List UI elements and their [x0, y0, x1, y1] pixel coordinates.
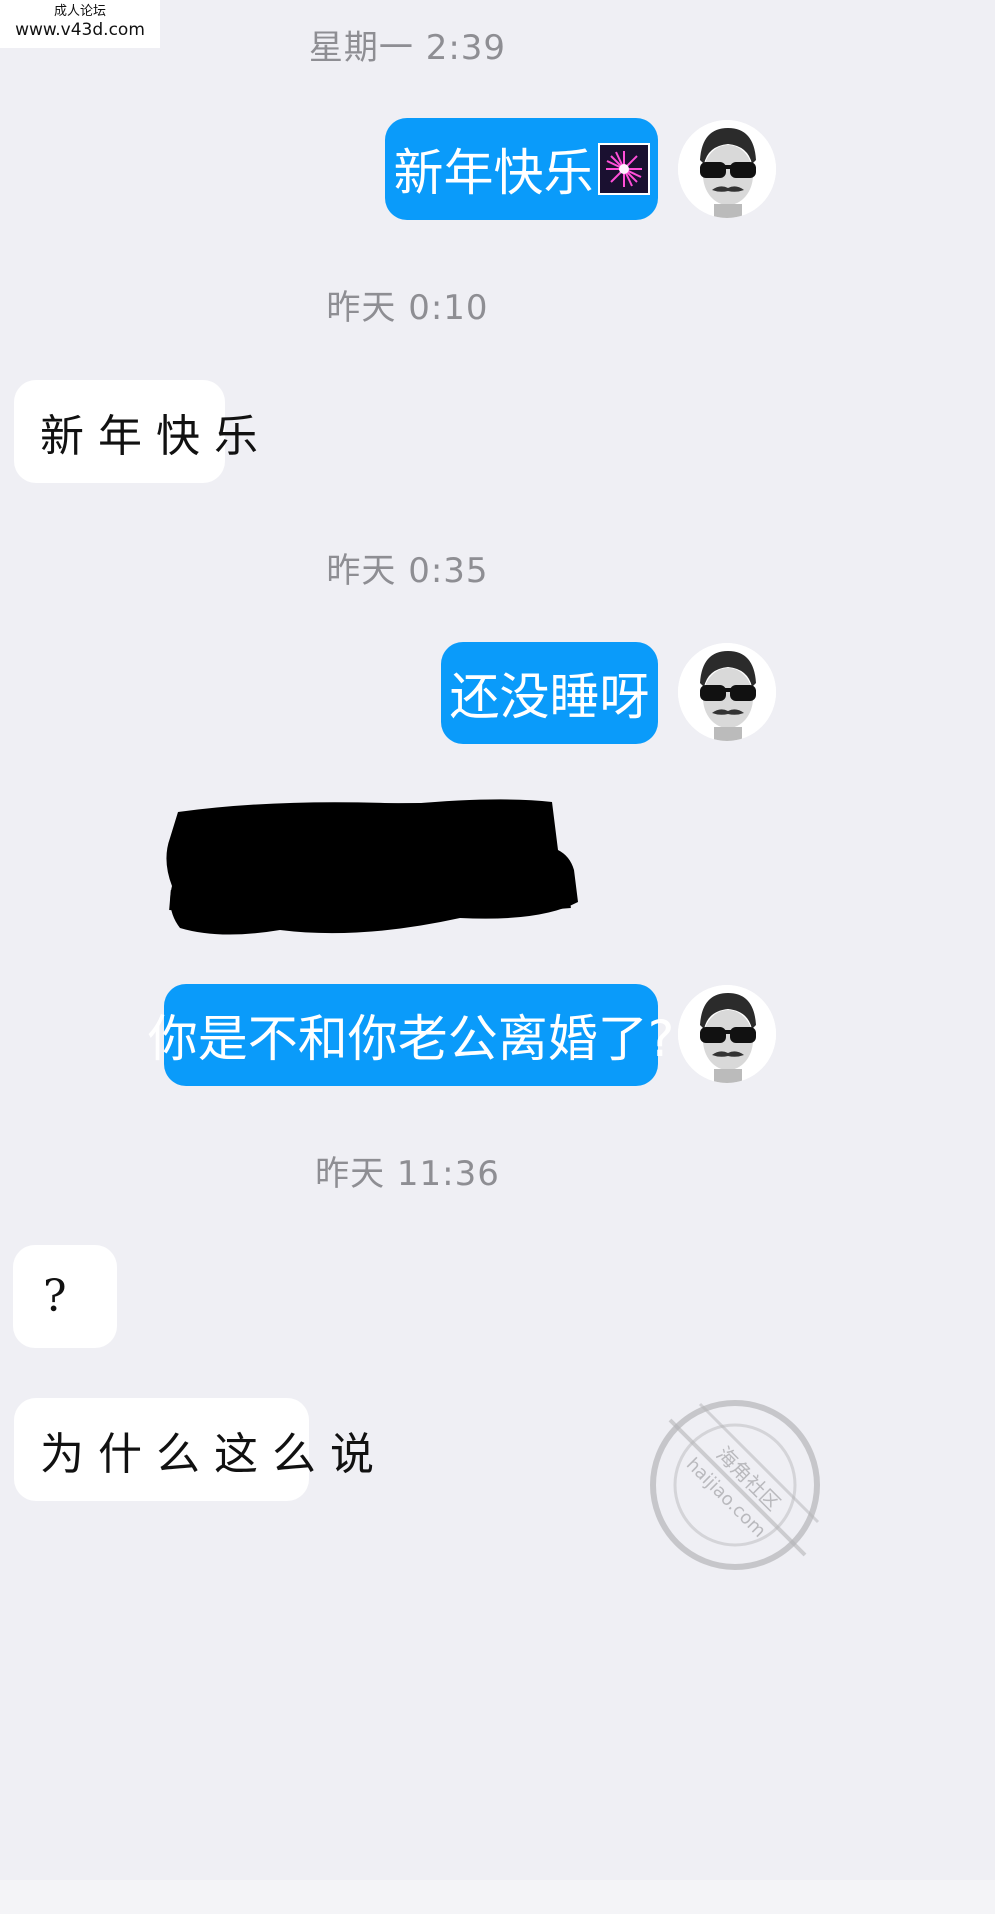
fireworks-emoji-icon [597, 143, 650, 195]
outgoing-message-bubble[interactable]: 还没睡呀 [441, 642, 658, 744]
user-avatar[interactable] [678, 120, 776, 218]
user-avatar[interactable] [678, 643, 776, 741]
incoming-message-bubble[interactable]: 为什么这么说 [14, 1398, 374, 1501]
message-text: 还没睡呀 [449, 668, 650, 726]
message-text: 你是不和你老公离婚了? [147, 1010, 675, 1068]
corner-watermark: 海角社区 haijiao.com [640, 1390, 830, 1580]
outgoing-message-bubble[interactable]: 新年快乐 [385, 118, 658, 220]
incoming-message-bubble[interactable]: 新年快乐 [14, 380, 258, 483]
watermark-title: 成人论坛 [53, 4, 106, 19]
redaction-mark [160, 790, 580, 945]
message-text: ? [43, 1271, 81, 1322]
incoming-message-bubble[interactable]: ? [13, 1245, 117, 1348]
message-timestamp: 昨天 11:36 [315, 1154, 500, 1194]
message-timestamp: 昨天 0:35 [326, 551, 489, 591]
outgoing-message-bubble[interactable]: 你是不和你老公离婚了? [148, 984, 674, 1086]
bottom-bar-edge [0, 1880, 995, 1914]
message-text: 为什么这么说 [40, 1428, 388, 1480]
message-text: 新年快乐 [393, 144, 594, 202]
user-avatar[interactable] [678, 985, 776, 1083]
message-text: 新年快乐 [40, 410, 272, 462]
message-timestamp: 昨天 0:10 [326, 288, 489, 328]
message-timestamp: 星期一 2:39 [308, 28, 507, 68]
